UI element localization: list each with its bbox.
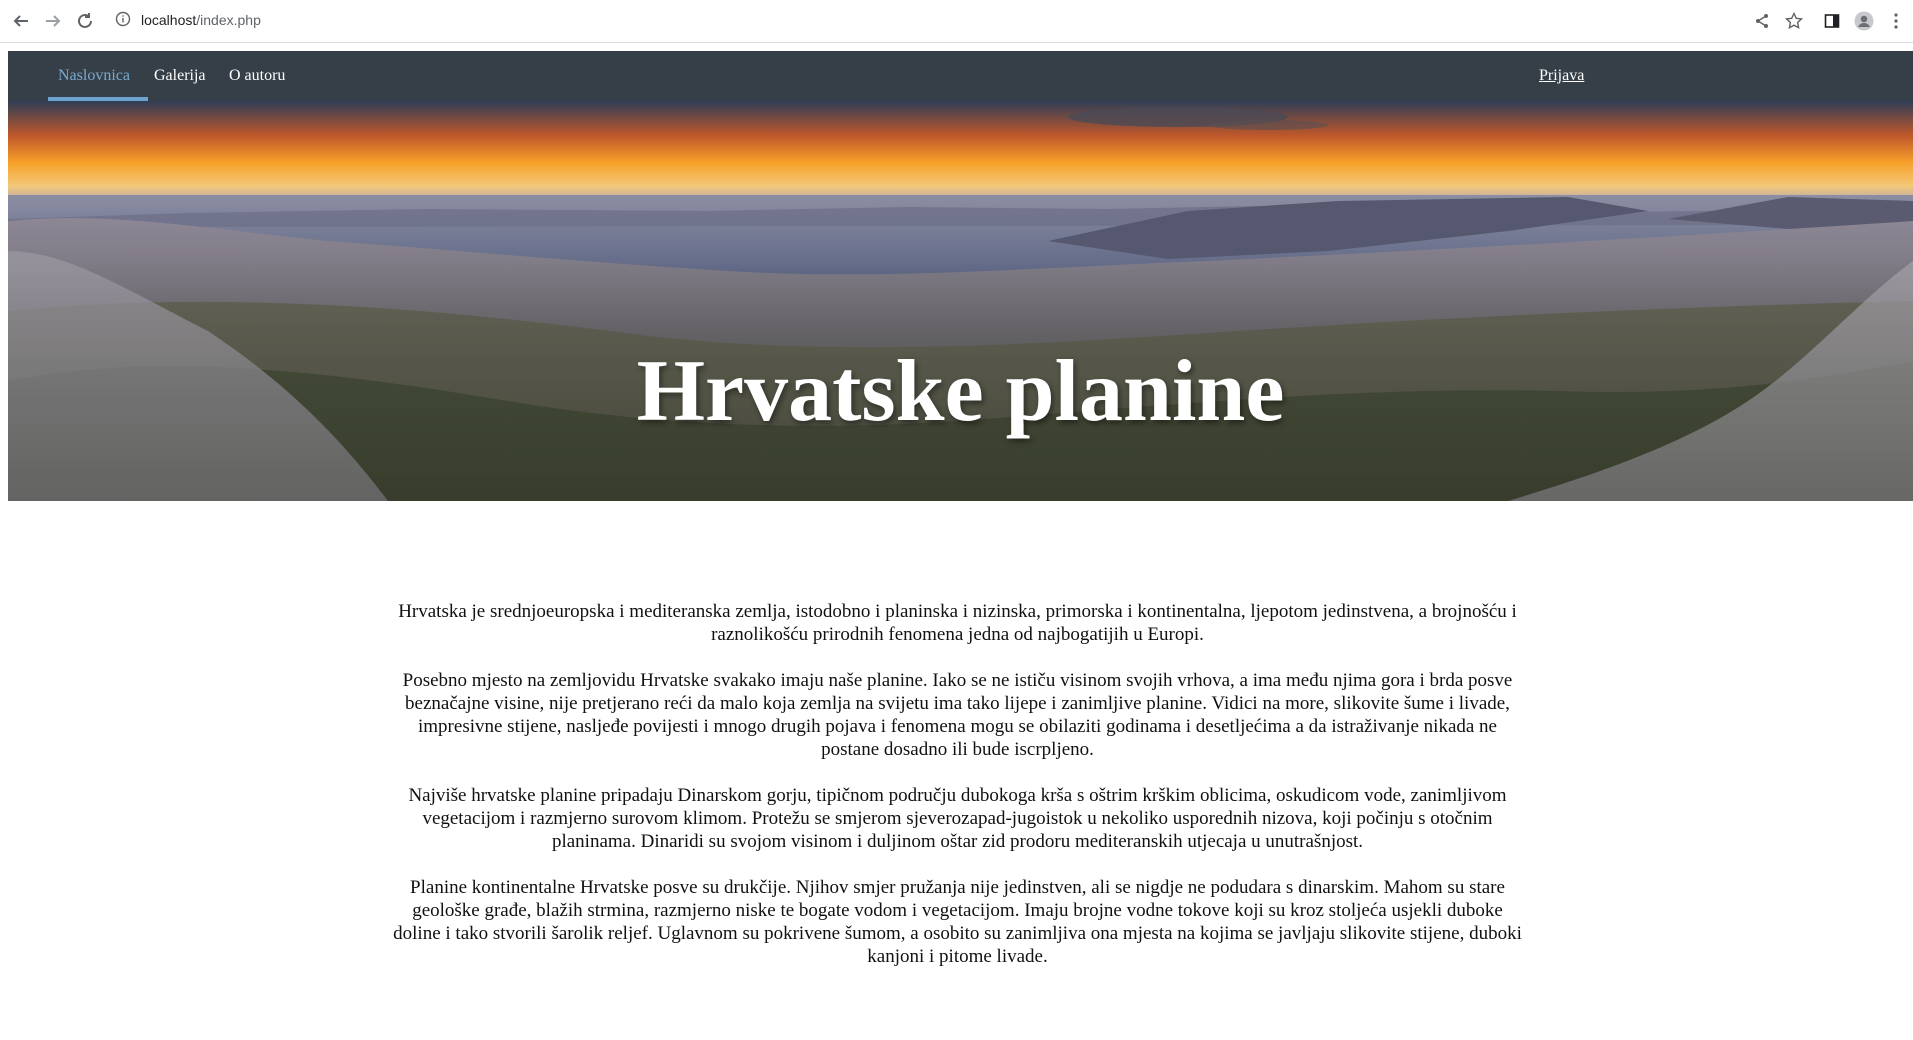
bookmark-star-icon[interactable] (1783, 10, 1805, 32)
more-menu-icon[interactable] (1885, 10, 1907, 32)
mountains-paragraph: Posebno mjesto na zemljovidu Hrvatske sv… (402, 670, 1513, 760)
share-icon[interactable] (1751, 10, 1773, 32)
nav-item-naslovnica[interactable]: Naslovnica (58, 51, 130, 101)
nav-item-galerija[interactable]: Galerija (154, 51, 206, 101)
nav-item-o-autoru[interactable]: O autoru (229, 51, 285, 101)
main-content: Hrvatska je srednjoeuropska i mediterans… (390, 600, 1525, 991)
url-path: /index.php (196, 12, 261, 28)
browser-toolbar: localhost/index.php (0, 0, 1913, 43)
login-link[interactable]: Prijava (1539, 51, 1584, 101)
forward-arrow-icon[interactable] (42, 10, 64, 32)
side-panel-icon[interactable] (1821, 10, 1843, 32)
site-info-icon[interactable] (115, 11, 135, 31)
continental-paragraph: Planine kontinentalne Hrvatske posve su … (393, 877, 1522, 967)
profile-avatar-icon[interactable] (1853, 10, 1875, 32)
back-arrow-icon[interactable] (10, 10, 32, 32)
dinarides-paragraph: Najviše hrvatske planine pripadaju Dinar… (408, 785, 1507, 852)
address-bar[interactable]: localhost/index.php (141, 12, 261, 28)
reload-icon[interactable] (74, 10, 96, 32)
hero-title: Hrvatske planine (636, 343, 1285, 440)
hero-banner: Hrvatske planine (8, 101, 1913, 501)
site-navbar: Naslovnica Galerija O autoru Prijava (8, 51, 1913, 101)
url-host: localhost (141, 12, 197, 28)
intro-paragraph: Hrvatska je srednjoeuropska i mediterans… (398, 601, 1517, 645)
